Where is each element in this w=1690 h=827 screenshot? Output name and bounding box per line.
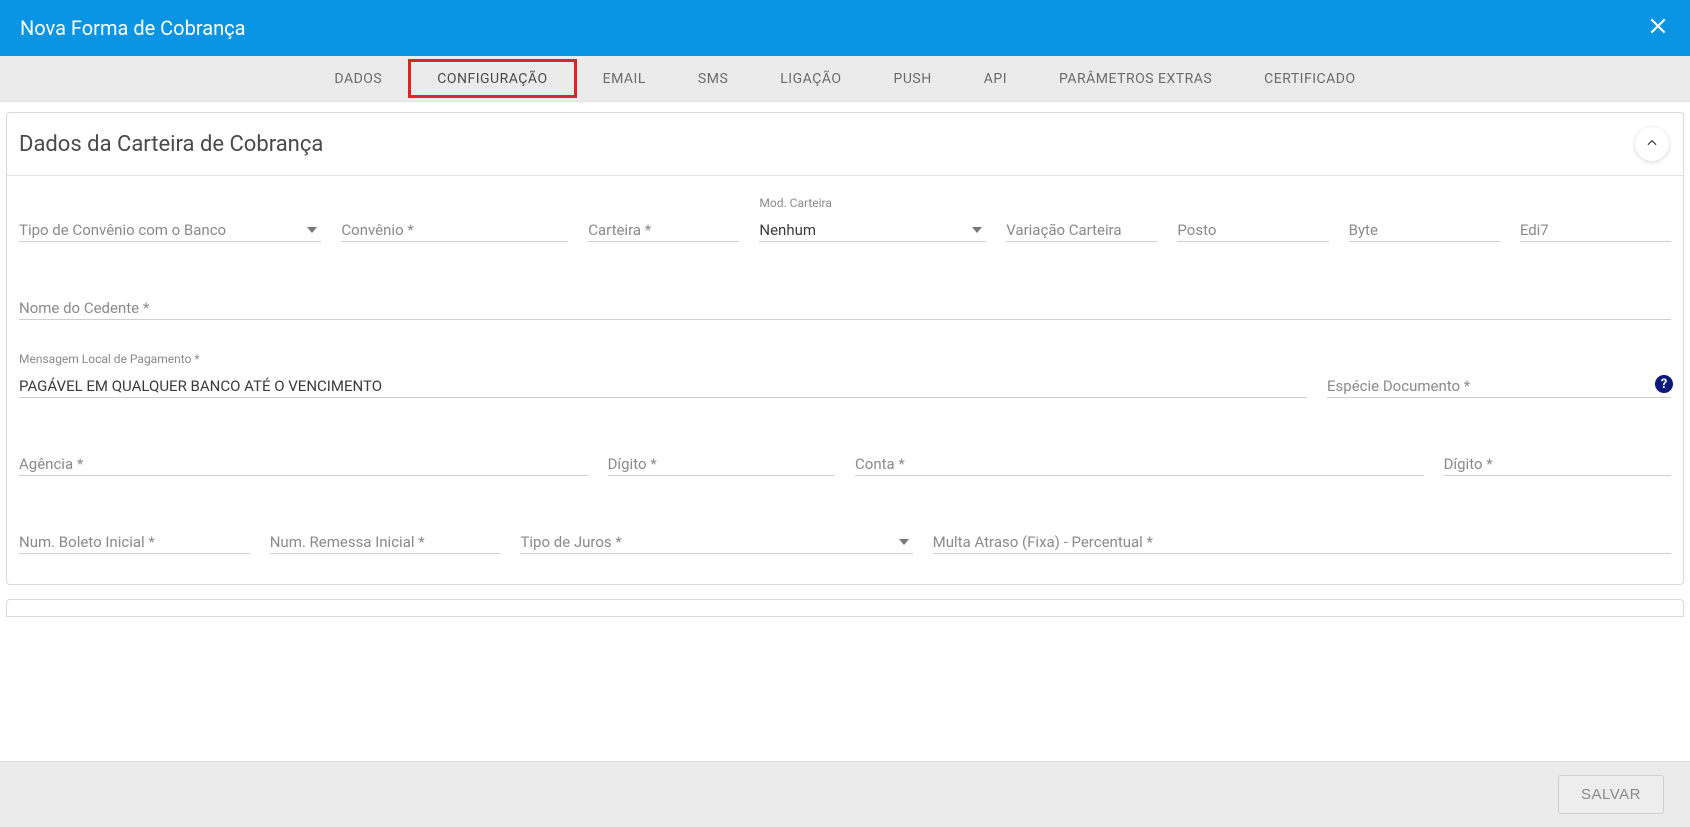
panel-dados-carteira: Dados da Carteira de Cobrança Tipo de Co… (6, 112, 1684, 585)
tipo-convenio-label: Tipo de Convênio com o Banco (19, 221, 303, 239)
num-remessa-inicial-label: Num. Remessa Inicial * (270, 533, 501, 551)
close-icon (1648, 16, 1668, 40)
mensagem-local-value: PAGÁVEL EM QUALQUER BANCO ATÉ O VENCIMEN… (19, 377, 1307, 395)
posto-label: Posto (1177, 221, 1328, 239)
digito-conta-label: Dígito * (1444, 455, 1671, 473)
variacao-carteira-label: Variação Carteira (1006, 221, 1157, 239)
help-icon[interactable]: ? (1655, 375, 1673, 393)
posto-input[interactable]: Posto (1177, 212, 1328, 242)
convenio-label: Convênio * (341, 221, 568, 239)
chevron-up-icon (1645, 135, 1659, 154)
tipo-convenio-select[interactable]: Tipo de Convênio com o Banco (19, 212, 321, 242)
tab-sms[interactable]: SMS (672, 56, 754, 101)
panel-title: Dados da Carteira de Cobrança (19, 132, 1635, 157)
caret-down-icon (968, 221, 986, 239)
digito-agencia-input[interactable]: Dígito * (608, 446, 835, 476)
tab-email[interactable]: EMAIL (577, 56, 672, 101)
close-button[interactable] (1646, 16, 1670, 40)
tab-push[interactable]: PUSH (868, 56, 958, 101)
tab-dados[interactable]: DADOS (308, 56, 408, 101)
tab-configuracao[interactable]: CONFIGURAÇÃO (408, 59, 576, 98)
content-scroll[interactable]: Dados da Carteira de Cobrança Tipo de Co… (0, 102, 1690, 761)
save-button[interactable]: SALVAR (1558, 775, 1664, 814)
panel-body: Tipo de Convênio com o Banco Convênio * … (7, 176, 1683, 584)
tab-bar: DADOS CONFIGURAÇÃO EMAIL SMS LIGAÇÃO PUS… (0, 56, 1690, 102)
mensagem-local-label: Mensagem Local de Pagamento * (19, 352, 200, 366)
tab-parametros-extras[interactable]: PARÂMETROS EXTRAS (1033, 56, 1238, 101)
multa-atraso-label: Multa Atraso (Fixa) - Percentual * (933, 533, 1671, 551)
panel-collapsed-next[interactable] (6, 599, 1684, 617)
num-remessa-inicial-input[interactable]: Num. Remessa Inicial * (270, 524, 501, 554)
agencia-input[interactable]: Agência * (19, 446, 588, 476)
caret-down-icon (895, 533, 913, 551)
especie-documento-label: Espécie Documento * (1327, 377, 1649, 395)
num-boleto-inicial-input[interactable]: Num. Boleto Inicial * (19, 524, 250, 554)
carteira-input[interactable]: Carteira * (588, 212, 739, 242)
edi7-input[interactable]: Edi7 (1520, 212, 1671, 242)
num-boleto-inicial-label: Num. Boleto Inicial * (19, 533, 250, 551)
mod-carteira-value: Nenhum (759, 221, 968, 239)
tab-api[interactable]: API (958, 56, 1033, 101)
mod-carteira-label: Mod. Carteira (759, 196, 832, 210)
carteira-label: Carteira * (588, 221, 739, 239)
convenio-input[interactable]: Convênio * (341, 212, 568, 242)
panel-header: Dados da Carteira de Cobrança (7, 113, 1683, 176)
byte-label: Byte (1349, 221, 1500, 239)
variacao-carteira-input[interactable]: Variação Carteira (1006, 212, 1157, 242)
dialog-header: Nova Forma de Cobrança (0, 0, 1690, 56)
tipo-juros-select[interactable]: Tipo de Juros * (520, 524, 912, 554)
especie-documento-input[interactable]: Espécie Documento * ? (1327, 368, 1671, 398)
digito-conta-input[interactable]: Dígito * (1444, 446, 1671, 476)
tab-certificado[interactable]: CERTIFICADO (1238, 56, 1381, 101)
panel-collapse-button[interactable] (1635, 127, 1669, 161)
mensagem-local-input[interactable]: Mensagem Local de Pagamento * PAGÁVEL EM… (19, 368, 1307, 398)
tab-ligacao[interactable]: LIGAÇÃO (754, 56, 867, 101)
digito-agencia-label: Dígito * (608, 455, 835, 473)
dialog-footer: SALVAR (0, 761, 1690, 827)
agencia-label: Agência * (19, 455, 588, 473)
dialog-title: Nova Forma de Cobrança (20, 16, 1646, 40)
edi7-label: Edi7 (1520, 221, 1671, 239)
byte-input[interactable]: Byte (1349, 212, 1500, 242)
mod-carteira-select[interactable]: Mod. Carteira Nenhum (759, 212, 986, 242)
tipo-juros-label: Tipo de Juros * (520, 533, 894, 551)
nome-cedente-label: Nome do Cedente * (19, 299, 1671, 317)
conta-input[interactable]: Conta * (855, 446, 1424, 476)
nome-cedente-input[interactable]: Nome do Cedente * (19, 290, 1671, 320)
multa-atraso-input[interactable]: Multa Atraso (Fixa) - Percentual * (933, 524, 1671, 554)
conta-label: Conta * (855, 455, 1424, 473)
caret-down-icon (303, 221, 321, 239)
